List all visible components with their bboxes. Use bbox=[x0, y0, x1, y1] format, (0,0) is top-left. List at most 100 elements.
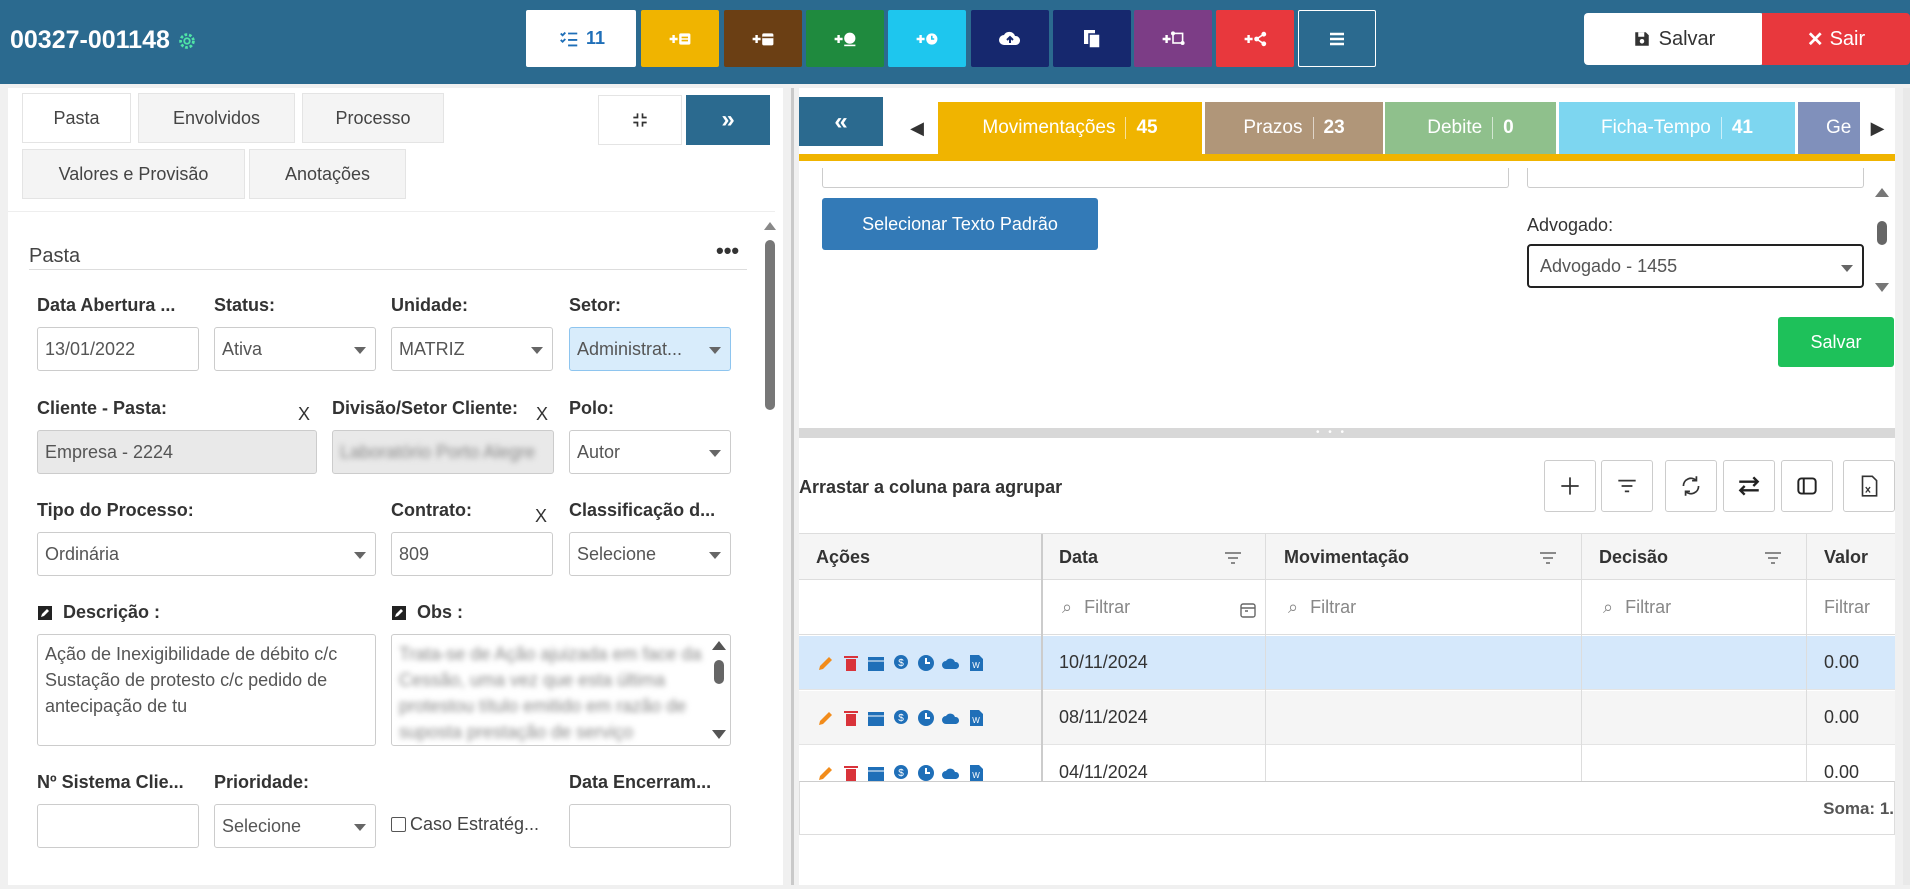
tab-movimentacoes[interactable]: Movimentações 45 bbox=[938, 102, 1202, 154]
tab-processo[interactable]: Processo bbox=[302, 93, 444, 143]
money-icon[interactable]: $ bbox=[891, 653, 911, 673]
caso-estrategico-checkbox[interactable] bbox=[391, 817, 406, 832]
contrato-input[interactable]: 809 bbox=[391, 532, 553, 576]
cliente-input[interactable]: Empresa - 2224 bbox=[37, 430, 317, 474]
text-editor-bottom[interactable] bbox=[822, 168, 1509, 188]
data-abertura-input[interactable]: 13/01/2022 bbox=[37, 327, 199, 371]
filter-button[interactable] bbox=[1601, 460, 1653, 512]
table-row[interactable]: $ W 10/11/2024 0.00 bbox=[799, 636, 1895, 690]
money-icon[interactable]: $ bbox=[891, 763, 911, 782]
classificacao-select[interactable]: Selecione bbox=[569, 532, 731, 576]
editor-scrollbar[interactable] bbox=[1875, 188, 1889, 308]
divisao-input[interactable]: Laboratório Porto Alegre bbox=[332, 430, 554, 474]
exit-button[interactable]: ✕ Sair bbox=[1762, 13, 1910, 65]
edit-icon[interactable] bbox=[37, 605, 53, 621]
status-select[interactable]: Ativa bbox=[214, 327, 376, 371]
column-chooser-button[interactable] bbox=[1781, 460, 1833, 512]
clear-contrato-button[interactable]: X bbox=[535, 506, 547, 527]
upload-button[interactable] bbox=[971, 10, 1049, 67]
add-note-button[interactable] bbox=[641, 10, 719, 67]
clock-icon[interactable] bbox=[916, 708, 936, 728]
obs-scrollbar[interactable] bbox=[712, 641, 726, 739]
trash-icon[interactable] bbox=[841, 708, 861, 728]
swap-button[interactable] bbox=[1723, 460, 1775, 512]
tab-envolvidos[interactable]: Envolvidos bbox=[138, 93, 295, 143]
collapse-left-button[interactable]: « bbox=[799, 97, 883, 146]
unidade-select[interactable]: MATRIZ bbox=[391, 327, 553, 371]
column-header-decisao[interactable]: Decisão bbox=[1599, 547, 1668, 568]
tab-debite[interactable]: Debite 0 bbox=[1385, 102, 1556, 154]
copy-button[interactable] bbox=[1053, 10, 1131, 67]
editor-save-button[interactable]: Salvar bbox=[1778, 317, 1894, 367]
horizontal-splitter[interactable]: • • • bbox=[799, 428, 1895, 438]
filter-valor[interactable]: Filtrar bbox=[1824, 597, 1870, 618]
column-header-movimentacao[interactable]: Movimentação bbox=[1284, 547, 1409, 568]
clear-divisao-button[interactable]: X bbox=[536, 404, 548, 425]
field-bottom[interactable] bbox=[1527, 168, 1864, 188]
vertical-splitter[interactable] bbox=[791, 88, 794, 885]
trash-icon[interactable] bbox=[841, 653, 861, 673]
column-header-acoes[interactable]: Ações bbox=[816, 547, 870, 568]
trash-icon[interactable] bbox=[841, 763, 861, 782]
cloud-upload-icon[interactable] bbox=[941, 708, 961, 728]
add-calendar-button[interactable] bbox=[724, 10, 802, 67]
pencil-icon[interactable] bbox=[816, 653, 836, 673]
add-expense-button[interactable] bbox=[806, 10, 884, 67]
tab-scroll-right-button[interactable]: ▶ bbox=[1860, 102, 1895, 154]
save-button[interactable]: Salvar bbox=[1584, 13, 1764, 65]
obs-textarea[interactable]: Trata-se de Ação ajuizada em face da Ces… bbox=[391, 634, 731, 746]
more-horizontal-icon[interactable]: ••• bbox=[716, 238, 739, 264]
column-header-data[interactable]: Data bbox=[1059, 547, 1098, 568]
menu-button[interactable] bbox=[1298, 10, 1376, 67]
setor-select[interactable]: Administrat... bbox=[569, 327, 731, 371]
advogado-select[interactable]: Advogado - 1455 bbox=[1527, 244, 1864, 288]
add-link-button[interactable] bbox=[1134, 10, 1212, 67]
tab-valores[interactable]: Valores e Provisão bbox=[22, 149, 245, 199]
polo-select[interactable]: Autor bbox=[569, 430, 731, 474]
add-share-button[interactable] bbox=[1216, 10, 1294, 67]
cloud-upload-icon[interactable] bbox=[941, 653, 961, 673]
column-filter-icon[interactable] bbox=[1764, 550, 1782, 566]
encerramento-input[interactable] bbox=[569, 804, 731, 848]
money-icon[interactable]: $ bbox=[891, 708, 911, 728]
cloud-upload-icon[interactable] bbox=[941, 763, 961, 782]
task-list-button[interactable]: 11 bbox=[526, 10, 636, 67]
table-row[interactable]: $ W 08/11/2024 0.00 bbox=[799, 691, 1895, 745]
caso-estrategico-checkbox-group[interactable]: Caso Estratég... bbox=[391, 814, 539, 835]
tab-prazos[interactable]: Prazos 23 bbox=[1205, 102, 1383, 154]
calendar-icon[interactable] bbox=[866, 763, 886, 782]
calendar-icon[interactable] bbox=[1239, 601, 1257, 619]
word-file-icon[interactable]: W bbox=[966, 763, 986, 782]
expand-right-button[interactable]: » bbox=[686, 95, 770, 145]
filter-movimentacao[interactable]: ⌕ Filtrar bbox=[1288, 597, 1356, 618]
edit-icon[interactable] bbox=[391, 605, 407, 621]
collapse-button[interactable] bbox=[598, 95, 682, 145]
pencil-icon[interactable] bbox=[816, 708, 836, 728]
tipo-processo-select[interactable]: Ordinária bbox=[37, 532, 376, 576]
word-file-icon[interactable]: W bbox=[966, 653, 986, 673]
sistema-input[interactable] bbox=[37, 804, 199, 848]
tab-ge[interactable]: Ge bbox=[1798, 102, 1860, 154]
filter-decisao[interactable]: ⌕ Filtrar bbox=[1603, 597, 1671, 618]
column-header-valor[interactable]: Valor bbox=[1824, 547, 1868, 568]
tab-pasta[interactable]: Pasta bbox=[22, 93, 131, 143]
clock-icon[interactable] bbox=[916, 653, 936, 673]
clear-cliente-button[interactable]: X bbox=[298, 404, 310, 425]
tab-scroll-left-button[interactable]: ◀ bbox=[898, 102, 936, 154]
select-standard-text-button[interactable]: Selecionar Texto Padrão bbox=[822, 198, 1098, 250]
add-time-button[interactable] bbox=[888, 10, 966, 67]
tab-ficha-tempo[interactable]: Ficha-Tempo 41 bbox=[1559, 102, 1795, 154]
calendar-icon[interactable] bbox=[866, 653, 886, 673]
column-filter-icon[interactable] bbox=[1224, 550, 1242, 566]
pencil-icon[interactable] bbox=[816, 763, 836, 782]
add-row-button[interactable] bbox=[1544, 460, 1596, 512]
word-file-icon[interactable]: W bbox=[966, 708, 986, 728]
left-scrollbar[interactable] bbox=[764, 222, 776, 862]
column-filter-icon[interactable] bbox=[1539, 550, 1557, 566]
clock-icon[interactable] bbox=[916, 763, 936, 782]
gear-icon[interactable] bbox=[176, 30, 198, 52]
table-row[interactable]: $ W 04/11/2024 0.00 bbox=[799, 746, 1895, 782]
descricao-textarea[interactable]: Ação de Inexigibilidade de débito c/c Su… bbox=[37, 634, 376, 746]
refresh-button[interactable] bbox=[1665, 460, 1717, 512]
filter-data[interactable]: ⌕ Filtrar bbox=[1062, 597, 1130, 618]
